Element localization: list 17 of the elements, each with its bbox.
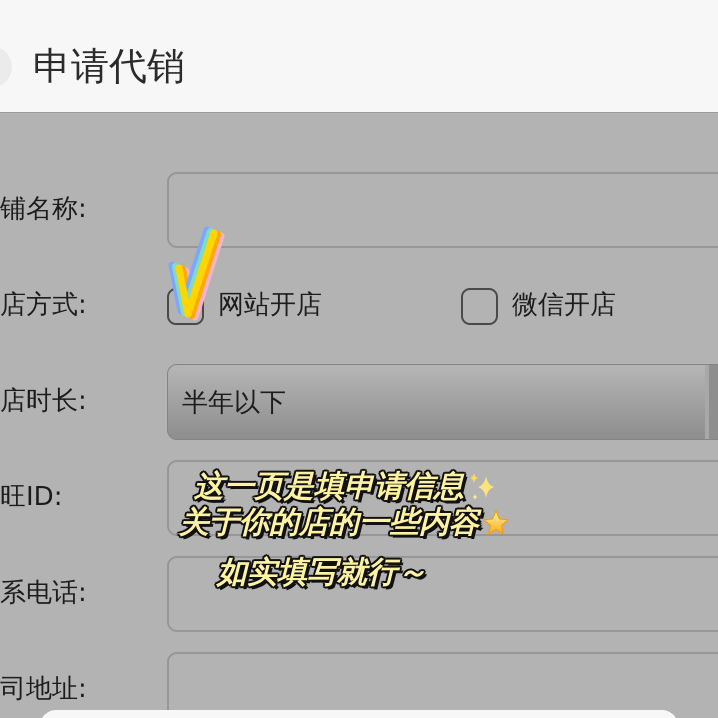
sparkle-icon xyxy=(468,472,496,502)
field-label: 系电话: xyxy=(0,578,87,610)
checkbox[interactable] xyxy=(461,288,498,324)
dropdown[interactable]: 半年以下 xyxy=(167,364,718,440)
input-field[interactable] xyxy=(167,556,718,632)
field-label: 店方式: xyxy=(0,290,87,322)
option-label[interactable]: 微信开店 xyxy=(512,290,616,322)
field-label: 铺名称: xyxy=(0,194,87,226)
option-label[interactable]: 网站开店 xyxy=(218,290,322,322)
annotation-text: 如实填写就行～ xyxy=(217,555,427,591)
field-label: 店时长: xyxy=(0,386,87,418)
field-label: 旺ID: xyxy=(0,482,62,514)
field-label: 司地址: xyxy=(0,674,87,706)
input-field[interactable] xyxy=(167,460,718,536)
annotation-text: 这一页是填申请信息 xyxy=(194,469,464,505)
input-field[interactable] xyxy=(167,172,718,248)
page-title: 申请代销 xyxy=(33,46,185,88)
